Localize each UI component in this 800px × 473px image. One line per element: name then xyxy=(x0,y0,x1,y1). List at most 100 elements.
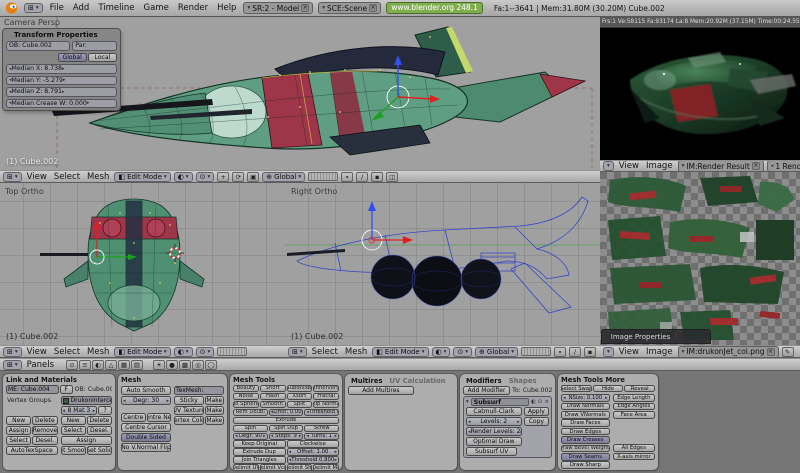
material-deselect-button[interactable]: Desel. xyxy=(87,426,112,435)
hash-button[interactable]: Hash xyxy=(260,393,286,400)
face-select-icon[interactable]: ▪ xyxy=(371,172,383,182)
smooth-button[interactable]: Smooth xyxy=(260,401,286,408)
layer-buttons[interactable] xyxy=(217,347,247,356)
material-delete-button[interactable]: Delete xyxy=(87,416,112,425)
local-space-button[interactable]: Local xyxy=(88,53,117,63)
material-new-button[interactable]: New xyxy=(61,416,86,425)
viewport-top-ortho[interactable]: Top Ortho (1) Cube.002 xyxy=(0,183,285,345)
mode-dropdown[interactable]: ◧Edit Mode▾ xyxy=(114,347,170,357)
make-sticky-button[interactable]: Make xyxy=(205,396,224,405)
render-levels-field[interactable]: Render Levels: 2 xyxy=(466,427,522,436)
pivot-dropdown[interactable]: ⊙▾ xyxy=(196,347,215,357)
threshold-0-800-button[interactable]: Threshold 0.800 xyxy=(287,456,340,463)
vgroup-new-button[interactable]: New xyxy=(6,416,31,425)
copy-modifier-button[interactable]: Copy xyxy=(524,417,549,426)
vgroup-delete-button[interactable]: Delete xyxy=(32,416,57,425)
delimit-sha-button[interactable]: Delimit Sha xyxy=(287,464,313,470)
make-uv-texture-button[interactable]: Make xyxy=(205,406,224,415)
pivot-dropdown[interactable]: ⊙▾ xyxy=(453,347,472,357)
short-button[interactable]: Short xyxy=(260,385,286,392)
panels-menu[interactable]: Panels xyxy=(25,360,56,370)
mesh-menu[interactable]: Mesh xyxy=(85,347,111,357)
add-multires-button[interactable]: Add Multires xyxy=(348,386,414,395)
view-menu[interactable]: View xyxy=(617,347,641,357)
uv-image-editor[interactable]: ▾ Image Properties xyxy=(600,172,800,345)
texmesh-field[interactable]: TexMesh: xyxy=(174,386,224,395)
game-menu[interactable]: Game xyxy=(142,3,171,13)
uv-calculation-tab[interactable]: UV Calculation xyxy=(387,377,449,385)
hide-button[interactable]: Hide xyxy=(593,385,624,393)
edge-select-icon[interactable]: ∕ xyxy=(569,347,581,357)
editing-context-icon[interactable]: ▦ xyxy=(118,360,130,370)
centre-new-button[interactable]: Centre New xyxy=(147,413,172,422)
mode-dropdown[interactable]: ◧Edit Mode▾ xyxy=(114,172,170,182)
render-layer-selector[interactable]: 1 RenderLay xyxy=(767,160,800,172)
panel-title[interactable]: Mesh xyxy=(121,376,224,384)
delimit-vcol-button[interactable]: Delimit Vcol xyxy=(260,464,286,470)
degr-90-button[interactable]: Degr: 90 xyxy=(233,433,268,440)
draw-creases-button[interactable]: Draw Creases xyxy=(561,436,610,444)
delimit-ma-button[interactable]: Delimit Ma xyxy=(313,464,339,470)
select-swap-button[interactable]: Select Swap xyxy=(561,385,592,393)
scene-selector[interactable]: ▾SCE:Scene× xyxy=(318,2,381,14)
editor-type-menu[interactable]: ▾ xyxy=(603,347,614,357)
rem-doubl-button[interactable]: Rem Doubl xyxy=(233,409,268,416)
modifier-name[interactable]: Subsurf xyxy=(471,398,529,406)
join-triangles-button[interactable]: Join Triangles xyxy=(233,456,286,463)
innervert-button[interactable]: Innervert xyxy=(313,385,339,392)
image-datablock-selector[interactable]: ▾IM:drukonJet_col.png× xyxy=(678,346,779,358)
image-menu[interactable]: Image xyxy=(644,347,675,357)
ob-name-field[interactable]: OB: Cube.002 xyxy=(6,41,70,51)
autosmooth-degrees-field[interactable]: Degr: 30 xyxy=(121,396,171,405)
rotate-manipulator-icon[interactable]: ⟳ xyxy=(232,172,244,182)
face-select-icon[interactable]: ▪ xyxy=(584,347,596,357)
median-crease-field[interactable]: Median Crease W: 0.000 xyxy=(6,99,117,109)
extrude-button[interactable]: Extrude xyxy=(233,417,339,424)
multires-tab[interactable]: Multires xyxy=(348,377,386,385)
edge-select-icon[interactable]: ∕ xyxy=(356,172,368,182)
material-preview[interactable]: Drukoninterce xyxy=(61,396,113,405)
panel-title[interactable]: Link and Materials xyxy=(6,376,112,384)
view-menu[interactable]: View xyxy=(25,347,49,357)
logic-context-icon[interactable]: ⊙ xyxy=(66,360,78,370)
fractal-button[interactable]: Fractal xyxy=(313,393,339,400)
layer-buttons[interactable] xyxy=(308,172,338,181)
double-sided-toggle[interactable]: Double Sided xyxy=(121,433,171,442)
extrude-dup-button[interactable]: Extrude Dup xyxy=(233,448,286,455)
texture-subcontext-icon[interactable]: ▩ xyxy=(179,360,191,370)
vertex-select-icon[interactable]: ∙ xyxy=(341,172,353,182)
set-solid-button[interactable]: Set Solid xyxy=(87,446,112,455)
subdivide-button[interactable]: Subdivide xyxy=(287,385,313,392)
xsort-button[interactable]: Xsort xyxy=(287,393,313,400)
reveal-button[interactable]: Reveal xyxy=(624,385,655,393)
editor-type-menu[interactable]: ⊞▾ xyxy=(24,3,43,13)
median-y-field[interactable]: Median Y: -5.279 xyxy=(6,76,117,86)
material-select-button[interactable]: Select xyxy=(61,426,86,435)
draw-faces-button[interactable]: Draw Faces xyxy=(561,419,610,427)
spin-dup-button[interactable]: Spin Dup xyxy=(269,425,304,432)
vertex-color-label[interactable]: Vertex Color xyxy=(174,416,204,425)
help-menu[interactable]: Help xyxy=(215,3,238,13)
draw-normals-button[interactable]: Draw Normals xyxy=(561,403,610,411)
screw-button[interactable]: Screw xyxy=(304,425,339,432)
scene-context-icon[interactable]: ▤ xyxy=(131,360,143,370)
subsurf-type-dropdown[interactable]: Catmull-Clark xyxy=(466,407,522,416)
auto-smooth-toggle[interactable]: Auto Smooth xyxy=(121,386,171,395)
nsize-field[interactable]: NSize: 0.100 xyxy=(561,394,610,402)
view-menu[interactable]: View xyxy=(25,172,49,182)
screen-selector[interactable]: ▾SR:2 - Model× xyxy=(243,2,313,14)
render-preview[interactable] xyxy=(600,28,800,160)
noise-button[interactable]: Noise xyxy=(233,393,259,400)
timeline-menu[interactable]: Timeline xyxy=(96,3,136,13)
beauty-button[interactable]: Beauty xyxy=(233,385,259,392)
clockwise-button[interactable]: Clockwise xyxy=(287,440,340,447)
radiosity-subcontext-icon[interactable]: ◎ xyxy=(192,360,204,370)
script-context-icon[interactable]: ≡ xyxy=(79,360,91,370)
select-menu[interactable]: Select xyxy=(52,172,82,182)
vgroup-select-button[interactable]: Select xyxy=(6,436,31,445)
draw-type-dropdown[interactable]: ◐▾ xyxy=(174,172,193,182)
image-datablock-selector[interactable]: ▾IM:Render Result× xyxy=(678,160,764,172)
edge-angles-button[interactable]: Edge Angles xyxy=(613,403,655,411)
panel-title[interactable]: Mesh Tools xyxy=(233,376,339,384)
select-menu[interactable]: Select xyxy=(52,347,82,357)
